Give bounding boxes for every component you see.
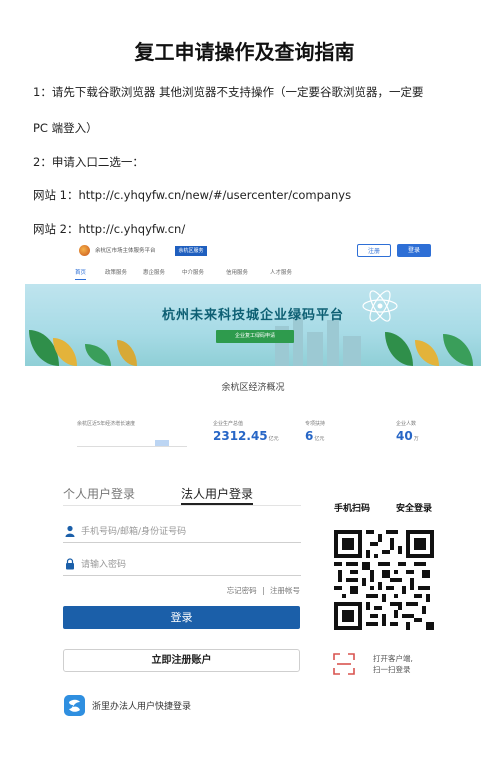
stat-label-gdp: 企业生产总值 (213, 421, 244, 427)
banner-leaf (443, 334, 473, 366)
instruction-step-1: 1：请先下载谷歌浏览器 其他浏览器不支持操作（一定要谷歌浏览器，一定要 (33, 85, 424, 99)
site-nav-item[interactable]: 政策服务 (105, 268, 127, 276)
site-header: 余杭区市场主体服务平台 余杭区服务 注册 登录 (25, 240, 481, 263)
active-tab-indicator (181, 503, 253, 505)
growth-chart-caption: 余杭区近5年经济增长速度 (77, 421, 136, 427)
stat-unit: 亿元 (268, 436, 279, 442)
instruction-step-1-continued: PC 端登入） (33, 121, 98, 135)
qr-code (334, 530, 434, 630)
register-now-button[interactable]: 立即注册账户 (63, 649, 300, 672)
scan-icon (333, 653, 355, 675)
password-input[interactable] (81, 557, 291, 573)
site-name: 余杭区市场主体服务平台 (95, 248, 156, 254)
site-logo-icon (79, 245, 90, 256)
scan-hint: 打开客户端, 扫一扫登录 (373, 653, 413, 675)
banner-leaf (385, 332, 413, 366)
banner-title: 杭州未来科技城企业绿码平台 (161, 308, 344, 323)
website-1-link[interactable]: 网站 1：http://c.yhqyfw.cn/new/#/usercenter… (33, 187, 351, 203)
scan-hint-line-2: 扫一扫登录 (373, 665, 411, 674)
tab-legal-login[interactable]: 法人用户登录 (181, 485, 253, 502)
site-banner: 杭州未来科技城企业绿码平台 企业复工绿码申请 (25, 284, 481, 366)
site-nav-item[interactable]: 信用服务 (226, 268, 248, 276)
stat-label-support: 专项扶持 (305, 421, 326, 427)
link-separator: | (262, 586, 265, 595)
growth-chart-axis (77, 446, 187, 447)
stat-value-gdp: 2312.45亿元 (213, 429, 279, 443)
website-2-link[interactable]: 网站 2：http://c.yhqyfw.cn/ (33, 221, 185, 237)
tab-divider (63, 505, 301, 506)
growth-chart-bar (155, 440, 169, 446)
lock-icon (66, 558, 74, 570)
site-nav-item[interactable]: 中介服务 (182, 268, 204, 276)
scan-hint-line-1: 打开客户端, (373, 654, 413, 663)
site-nav-item[interactable]: 首页 (75, 268, 87, 280)
stat-number: 2312.45 (213, 429, 268, 443)
login-button[interactable]: 登录 (63, 606, 300, 629)
stat-unit: 亿元 (314, 436, 325, 442)
register-account-link[interactable]: 注册帐号 (270, 586, 300, 595)
banner-leaf (117, 340, 137, 366)
qr-tab-secure[interactable]: 安全登录 (396, 501, 432, 514)
stat-unit: 万 (413, 436, 419, 442)
banner-apply-button[interactable]: 企业复工绿码申请 (216, 330, 294, 343)
document-title: 复工申请操作及查询指南 (134, 40, 355, 64)
site-nav-item[interactable]: 人才服务 (270, 268, 292, 276)
banner-building (343, 336, 361, 366)
stat-value-support: 6亿元 (305, 429, 324, 443)
banner-building (307, 332, 323, 366)
stat-label-employees: 企业人数 (396, 421, 417, 427)
password-field (63, 555, 301, 576)
zheliban-login-link[interactable]: 浙里办法人用户快捷登录 (92, 699, 191, 712)
user-icon (65, 525, 75, 537)
stat-number: 6 (305, 429, 314, 443)
account-links: 忘记密码 | 注册帐号 (160, 585, 300, 596)
tab-personal-login[interactable]: 个人用户登录 (63, 485, 135, 502)
site-badge: 余杭区服务 (175, 246, 207, 256)
qr-tab-scan[interactable]: 手机扫码 (334, 501, 370, 514)
site-nav: 首页 政策服务 惠企服务 中介服务 信用服务 人才服务 (25, 262, 481, 284)
site-login-button[interactable]: 登录 (397, 244, 431, 257)
economy-section-title: 余杭区经济概况 (221, 383, 285, 393)
site-register-button[interactable]: 注册 (357, 244, 391, 257)
forgot-password-link[interactable]: 忘记密码 (227, 586, 257, 595)
account-field (63, 522, 301, 543)
site-nav-item[interactable]: 惠企服务 (143, 268, 165, 276)
website-screenshot: 余杭区市场主体服务平台 余杭区服务 注册 登录 首页 政策服务 惠企服务 中介服… (25, 240, 481, 456)
zheliban-icon[interactable] (64, 695, 85, 716)
stat-number: 40 (396, 429, 413, 443)
stat-value-employees: 40万 (396, 429, 419, 443)
instruction-step-2: 2：申请入口二选一： (33, 155, 144, 169)
banner-leaf (415, 340, 439, 366)
account-input[interactable] (81, 524, 291, 540)
banner-building (327, 320, 339, 366)
banner-leaf (85, 344, 111, 366)
